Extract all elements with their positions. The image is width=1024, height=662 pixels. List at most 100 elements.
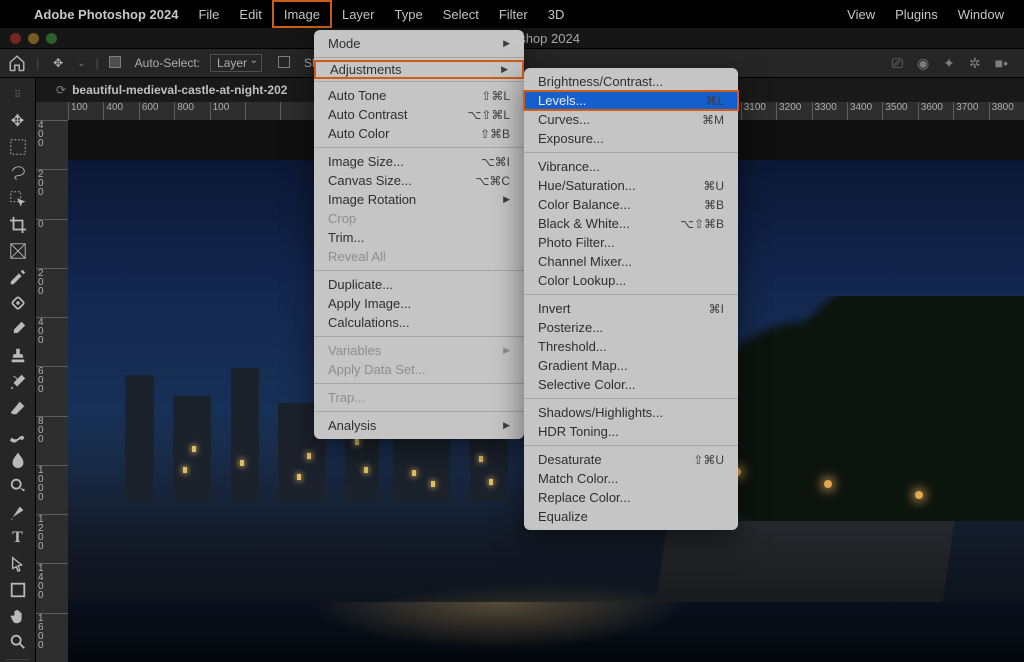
image-menu-auto-contrast[interactable]: Auto Contrast⌥⇧⌘L [314,105,524,124]
menubar-edit[interactable]: Edit [229,0,271,28]
hand-tool[interactable] [4,605,32,627]
marquee-tool[interactable] [4,136,32,158]
image-menu-duplicate[interactable]: Duplicate... [314,275,524,294]
auto-select-dropdown[interactable]: Layer [210,54,262,72]
menubar-file[interactable]: File [188,0,229,28]
3d-mode-icon[interactable]: ◉ [917,55,929,72]
adjustments-desaturate[interactable]: Desaturate⇧⌘U [524,450,738,469]
brush-tool[interactable] [4,318,32,340]
adjustments-selective-color[interactable]: Selective Color... [524,375,738,394]
shape-tool[interactable] [4,579,32,601]
menu-item-label: Analysis [328,418,376,433]
history-brush-tool[interactable] [4,371,32,393]
menu-item-label: HDR Toning... [538,424,619,439]
auto-select-label: Auto-Select: [135,56,200,70]
adjustments-submenu: Brightness/Contrast...Levels...⌘LCurves.… [524,68,738,530]
distribute-icon[interactable]: ✦ [943,55,955,72]
adjustments-threshold[interactable]: Threshold... [524,337,738,356]
adjustments-match-color[interactable]: Match Color... [524,469,738,488]
adjustments-channel-mixer[interactable]: Channel Mixer... [524,252,738,271]
dodge-tool[interactable] [4,475,32,497]
eyedropper-tool[interactable] [4,266,32,288]
image-menu-reveal-all: Reveal All [314,247,524,266]
image-menu-adjustments[interactable]: Adjustments [314,60,524,79]
image-menu-variables: Variables [314,341,524,360]
eraser-tool[interactable] [4,397,32,419]
image-menu-apply-image[interactable]: Apply Image... [314,294,524,313]
menubar-type[interactable]: Type [385,0,433,28]
menu-item-shortcut: ⌘M [702,113,724,127]
object-select-tool[interactable] [4,188,32,210]
image-menu-auto-tone[interactable]: Auto Tone⇧⌘L [314,86,524,105]
menu-item-label: Invert [538,301,571,316]
menu-item-label: Auto Color [328,126,389,141]
menubar-window[interactable]: Window [948,0,1014,28]
menu-item-label: Duplicate... [328,277,393,292]
adjustments-shadows-highlights[interactable]: Shadows/Highlights... [524,403,738,422]
menubar-layer[interactable]: Layer [332,0,385,28]
menubar-image[interactable]: Image [272,0,332,28]
image-menu-canvas-size[interactable]: Canvas Size...⌥⌘C [314,171,524,190]
auto-select-checkbox[interactable] [109,56,125,71]
align-icon[interactable]: ⎚ [892,55,903,72]
menubar-filter[interactable]: Filter [489,0,538,28]
gradient-tool[interactable] [4,423,32,445]
adjustments-replace-color[interactable]: Replace Color... [524,488,738,507]
adjustments-gradient-map[interactable]: Gradient Map... [524,356,738,375]
path-select-tool[interactable] [4,553,32,575]
adjustments-color-balance[interactable]: Color Balance...⌘B [524,195,738,214]
grip-icon: ⠿ [4,84,32,106]
tools-panel: ⠿ ✥ T [0,78,36,662]
adjustments-hdr-toning[interactable]: HDR Toning... [524,422,738,441]
menu-item-label: Color Lookup... [538,273,626,288]
adjustments-brightness-contrast[interactable]: Brightness/Contrast... [524,72,738,91]
menu-item-label: Variables [328,343,381,358]
menubar-app[interactable]: Adobe Photoshop 2024 [24,0,188,28]
menubar-view[interactable]: View [837,0,885,28]
adjustments-posterize[interactable]: Posterize... [524,318,738,337]
menubar-plugins[interactable]: Plugins [885,0,948,28]
adjustments-equalize[interactable]: Equalize [524,507,738,526]
menu-item-label: Vibrance... [538,159,600,174]
adjustments-curves[interactable]: Curves...⌘M [524,110,738,129]
adjustments-levels[interactable]: Levels...⌘L [524,91,738,110]
blur-tool[interactable] [4,449,32,471]
image-menu-mode[interactable]: Mode [314,34,524,53]
menu-item-label: Trap... [328,390,365,405]
menu-item-shortcut: ⌘L [705,94,724,108]
video-icon[interactable]: ■• [995,55,1008,72]
zoom-tool[interactable] [4,631,32,653]
adjustments-black-white[interactable]: Black & White...⌥⇧⌘B [524,214,738,233]
healing-tool[interactable] [4,292,32,314]
image-menu-image-size[interactable]: Image Size...⌥⌘I [314,152,524,171]
home-icon[interactable] [8,54,26,72]
move-tool[interactable]: ✥ [4,110,32,132]
menubar-select[interactable]: Select [433,0,489,28]
adjustments-exposure[interactable]: Exposure... [524,129,738,148]
menubar-3d[interactable]: 3D [538,0,575,28]
adjustments-vibrance[interactable]: Vibrance... [524,157,738,176]
frame-tool[interactable] [4,240,32,262]
menu-item-shortcut: ⇧⌘L [481,89,510,103]
type-tool[interactable]: T [4,527,32,549]
image-menu-image-rotation[interactable]: Image Rotation [314,190,524,209]
pen-tool[interactable] [4,501,32,523]
menu-item-label: Mode [328,36,361,51]
image-menu-trim[interactable]: Trim... [314,228,524,247]
show-transform-checkbox[interactable] [278,56,294,71]
adjustments-color-lookup[interactable]: Color Lookup... [524,271,738,290]
image-menu-analysis[interactable]: Analysis [314,416,524,435]
lasso-tool[interactable] [4,162,32,184]
adjustments-hue-saturation[interactable]: Hue/Saturation...⌘U [524,176,738,195]
adjustments-invert[interactable]: Invert⌘I [524,299,738,318]
image-menu-calculations[interactable]: Calculations... [314,313,524,332]
adjustments-photo-filter[interactable]: Photo Filter... [524,233,738,252]
move-tool-icon[interactable]: ✥ [49,54,67,72]
stamp-tool[interactable] [4,344,32,366]
menu-item-shortcut: ⌥⇧⌘L [467,108,510,122]
menu-item-label: Trim... [328,230,364,245]
image-menu-auto-color[interactable]: Auto Color⇧⌘B [314,124,524,143]
menu-item-label: Match Color... [538,471,618,486]
crop-tool[interactable] [4,214,32,236]
more-options-icon[interactable]: ✲ [969,55,981,72]
